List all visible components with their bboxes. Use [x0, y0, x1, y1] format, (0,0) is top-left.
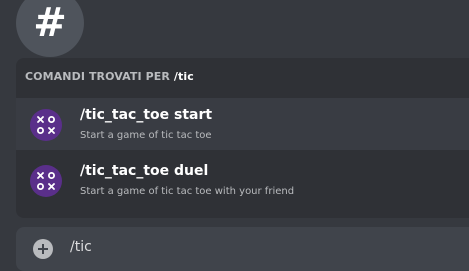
hash-glyph: #: [33, 0, 67, 46]
tic-tac-toe-app-icon: [30, 165, 62, 197]
command-name: /tic_tac_toe start: [80, 107, 213, 123]
message-composer: /tic: [16, 227, 469, 271]
autocomplete-header: COMANDI TROVATI PER /tic: [25, 70, 194, 83]
command-name: /tic_tac_toe duel: [80, 163, 209, 179]
tic-tac-toe-app-icon: [30, 109, 62, 141]
command-option-duel[interactable]: /tic_tac_toe duel Start a game of tic ta…: [16, 154, 469, 206]
message-input[interactable]: /tic: [70, 239, 92, 255]
channel-hash-icon: #: [16, 0, 84, 57]
command-option-start[interactable]: /tic_tac_toe start Start a game of tic t…: [16, 98, 469, 150]
command-description: Start a game of tic tac toe with your fr…: [80, 186, 295, 197]
autocomplete-query: /tic: [173, 70, 194, 83]
command-description: Start a game of tic tac toe: [80, 130, 212, 141]
autocomplete-header-label: COMANDI TROVATI PER: [25, 70, 174, 83]
plus-circle-icon[interactable]: [33, 239, 53, 259]
command-autocomplete-popup: COMANDI TROVATI PER /tic /tic_tac_toe st…: [16, 58, 469, 218]
